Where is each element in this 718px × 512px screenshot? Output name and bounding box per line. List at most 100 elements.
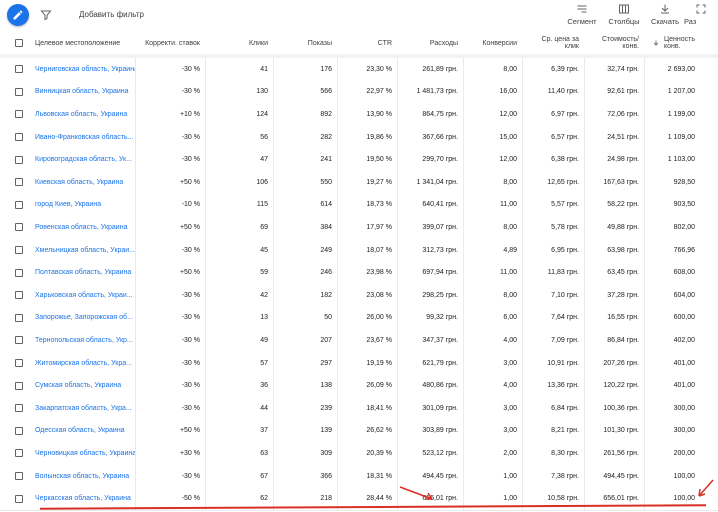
column-divider	[397, 148, 398, 171]
table-row[interactable]: Волынская область, Украина -30 % 67 366 18,3…	[0, 464, 718, 489]
cell-location[interactable]: Кировоградская область, Ук...	[30, 148, 135, 171]
col-conversions[interactable]: Конверсии	[463, 32, 522, 54]
row-checkbox[interactable]	[15, 87, 23, 96]
table-row[interactable]: город Киев, Украина -10 % 115 614 18,73 % 640…	[0, 193, 718, 218]
cell-location[interactable]: Сумская область, Украина	[30, 374, 135, 397]
cell-location[interactable]: Волынская область, Украина	[30, 465, 135, 488]
cell-ctr: 26,00 %	[366, 314, 392, 322]
row-checkbox[interactable]	[15, 472, 23, 481]
col-cost-per-conv[interactable]: Стоимость/ конв.	[584, 32, 644, 54]
cell-location[interactable]: Одесская область, Украина	[30, 420, 135, 443]
cell-impressions: 239	[320, 404, 332, 412]
table-row[interactable]: Ивано-Франковская область... -30 % 56 282 19…	[0, 125, 718, 150]
row-checkbox[interactable]	[15, 223, 23, 232]
cell-location[interactable]: Закарпатская область, Укра...	[30, 397, 135, 420]
table-row[interactable]: Тернопольская область, Укр... -30 % 49 207 2…	[0, 329, 718, 353]
column-divider	[273, 284, 274, 307]
row-checkbox[interactable]	[15, 65, 23, 74]
table-row[interactable]: Запорожье, Запорожская об... -30 % 13 50 26,…	[0, 306, 718, 331]
more-button[interactable]: Раз	[684, 3, 718, 26]
cell-cost-per-conv: 167,63 грн.	[603, 178, 639, 186]
cell-location[interactable]: Винницкая область, Украина	[30, 81, 135, 104]
col-conv-value[interactable]: Ценность конв.	[644, 32, 700, 54]
cell-ctr: 22,97 %	[366, 88, 392, 96]
table-row[interactable]: Закарпатская область, Укра... -30 % 44 239 1…	[0, 397, 718, 421]
col-bid-adjustment[interactable]: Корректи. ставок	[135, 32, 205, 54]
table-row[interactable]: Черниговская область, Украина -30 % 41 176 2…	[0, 58, 718, 82]
row-checkbox[interactable]	[15, 133, 23, 142]
col-impressions[interactable]: Показы	[273, 32, 337, 54]
cell-location[interactable]: Ровенская область, Украина	[30, 216, 135, 239]
edit-button[interactable]	[7, 4, 29, 26]
column-divider	[273, 351, 274, 375]
row-checkbox[interactable]	[15, 268, 23, 277]
col-ctr[interactable]: CTR	[337, 32, 397, 54]
cell-location[interactable]: Житомирская область, Укра...	[30, 352, 135, 375]
filter-icon[interactable]	[40, 9, 52, 21]
annotation-arrow-value	[698, 479, 714, 497]
cell-conversions: 3,00	[503, 359, 517, 367]
column-divider	[273, 306, 274, 330]
cell-cost: 864,75 грн.	[422, 110, 458, 118]
row-checkbox[interactable]	[15, 110, 23, 119]
row-checkbox[interactable]	[15, 404, 23, 413]
table-row[interactable]: Кировоградская область, Ук... -30 % 47 241 1…	[0, 148, 718, 172]
row-checkbox[interactable]	[15, 449, 23, 458]
cell-location[interactable]: Львовская область, Украина	[30, 103, 135, 126]
row-checkbox[interactable]	[15, 155, 23, 164]
cell-location[interactable]: Черниговская область, Украина	[30, 58, 135, 81]
row-checkbox[interactable]	[15, 426, 23, 435]
row-checkbox[interactable]	[15, 313, 23, 322]
table-row[interactable]: Житомирская область, Укра... -30 % 57 297 19…	[0, 351, 718, 376]
cell-location[interactable]: Ивано-Франковская область...	[30, 126, 135, 149]
cell-location[interactable]: Полтавская область, Украина	[30, 261, 135, 284]
cell-cost: 303,89 грн.	[422, 427, 458, 435]
column-divider	[584, 419, 585, 443]
cell-bid-adjustment: -30 %	[181, 65, 200, 73]
column-divider	[397, 351, 398, 375]
table-row[interactable]: Ровенская область, Украина +50 % 69 384 17,9…	[0, 216, 718, 240]
col-clicks[interactable]: Клики	[205, 32, 273, 54]
table-row[interactable]: Киевская область, Украина +50 % 106 550 19,2…	[0, 171, 718, 195]
table-row[interactable]: Полтавская область, Украина +50 % 59 246 23,…	[0, 261, 718, 285]
row-checkbox[interactable]	[15, 336, 23, 345]
columns-button[interactable]: Столбцы	[602, 3, 646, 26]
cell-conversions: 8,00	[503, 291, 517, 299]
row-checkbox[interactable]	[15, 178, 23, 187]
cell-location[interactable]: Запорожье, Запорожская об...	[30, 307, 135, 330]
table-row[interactable]: Харьковская область, Украи... -30 % 42 182 2…	[0, 284, 718, 308]
more-label: Раз	[684, 17, 697, 26]
table-row[interactable]: Хмельницкая область, Украи... -30 % 45 249 1…	[0, 238, 718, 263]
row-checkbox[interactable]	[15, 381, 23, 390]
row-checkbox[interactable]	[15, 359, 23, 368]
cell-location[interactable]: Харьковская область, Украи...	[30, 284, 135, 307]
cell-cost: 367,66 грн.	[422, 133, 458, 141]
cell-location[interactable]: город Киев, Украина	[30, 194, 135, 217]
cell-location[interactable]: Черновицкая область, Украина	[30, 442, 135, 465]
column-divider	[644, 487, 645, 510]
column-divider	[337, 464, 338, 488]
row-checkbox[interactable]	[15, 494, 23, 503]
table-row[interactable]: Львовская область, Украина +10 % 124 892 13,…	[0, 103, 718, 127]
cell-location[interactable]: Тернопольская область, Укр...	[30, 329, 135, 352]
row-checkbox[interactable]	[15, 246, 23, 255]
table-row[interactable]: Винницкая область, Украина -30 % 130 566 22,…	[0, 80, 718, 105]
column-divider	[135, 171, 136, 194]
segment-button[interactable]: Сегмент	[560, 3, 604, 26]
cell-impressions: 614	[320, 201, 332, 209]
row-checkbox[interactable]	[15, 200, 23, 209]
download-button[interactable]: Скачать	[643, 3, 687, 26]
col-avg-cpc[interactable]: Ср. цена за клик	[522, 32, 584, 54]
cell-ctr: 19,19 %	[366, 359, 392, 367]
col-location[interactable]: Целевое местоположение	[30, 32, 135, 54]
table-row[interactable]: Одесская область, Украина +50 % 37 139 26,62…	[0, 419, 718, 444]
select-all-checkbox[interactable]	[15, 39, 23, 47]
table-row[interactable]: Сумская область, Украина -30 % 36 138 26,09 …	[0, 374, 718, 398]
add-filter-button[interactable]: Добавить фильтр	[79, 10, 144, 19]
cell-location[interactable]: Хмельницкая область, Украи...	[30, 239, 135, 262]
column-divider	[644, 148, 645, 171]
row-checkbox[interactable]	[15, 291, 23, 300]
table-row[interactable]: Черновицкая область, Украина +30 % 63 309 20…	[0, 442, 718, 466]
cell-location[interactable]: Киевская область, Украина	[30, 171, 135, 194]
col-cost[interactable]: Расходы	[397, 32, 463, 54]
